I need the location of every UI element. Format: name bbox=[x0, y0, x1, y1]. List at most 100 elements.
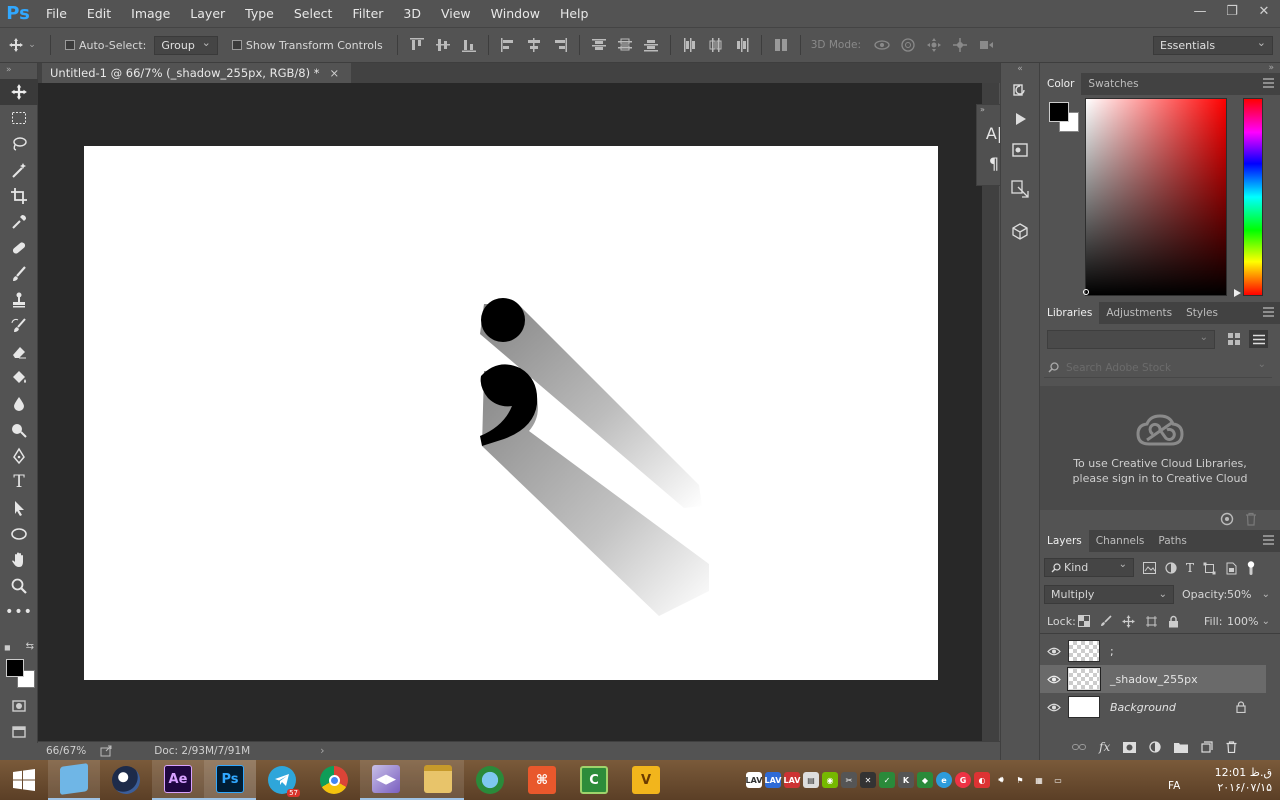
taskbar-telegram[interactable]: 57 bbox=[256, 760, 308, 800]
volume-icon[interactable]: 🔊︎ bbox=[993, 772, 1009, 788]
menu-filter[interactable]: Filter bbox=[342, 0, 393, 27]
tab-paths[interactable]: Paths bbox=[1151, 530, 1194, 552]
menu-help[interactable]: Help bbox=[550, 0, 599, 27]
lav-audio-icon[interactable]: LAV bbox=[784, 772, 800, 788]
collapse-icon[interactable]: » bbox=[1040, 63, 1280, 73]
opacity-field[interactable]: 50% ⌄ bbox=[1224, 585, 1274, 604]
document-tab[interactable]: Untitled-1 @ 66/7% (_shadow_255px, RGB/8… bbox=[42, 63, 352, 83]
auto-select-dropdown[interactable]: Group bbox=[154, 34, 218, 55]
fill-field[interactable]: 100% ⌄ bbox=[1224, 612, 1274, 631]
panel-menu-icon[interactable] bbox=[1263, 535, 1274, 545]
magic-wand-tool[interactable] bbox=[0, 157, 38, 183]
device-icon[interactable]: ▤ bbox=[803, 772, 819, 788]
filter-toggle-icon[interactable] bbox=[1246, 561, 1256, 575]
smart-object-filter-icon[interactable] bbox=[1225, 562, 1237, 575]
zoom-level[interactable]: 66/67% bbox=[46, 745, 86, 757]
menu-select[interactable]: Select bbox=[284, 0, 343, 27]
tab-adjustments[interactable]: Adjustments bbox=[1099, 302, 1179, 324]
browser-icon[interactable]: e bbox=[936, 772, 952, 788]
crop-tool[interactable] bbox=[0, 183, 38, 209]
taskbar-notepad[interactable] bbox=[48, 760, 100, 800]
taskbar-acrobat[interactable]: ⌘ bbox=[516, 760, 568, 800]
lock-all-icon[interactable] bbox=[1168, 615, 1179, 628]
artboard[interactable] bbox=[84, 146, 938, 680]
align-right-edges-icon[interactable] bbox=[551, 36, 569, 54]
hue-slider[interactable] bbox=[1243, 98, 1263, 296]
panel-menu-icon[interactable] bbox=[1263, 307, 1274, 317]
library-dropdown[interactable]: ⌄ bbox=[1047, 330, 1215, 349]
pixel-layer-filter-icon[interactable] bbox=[1143, 562, 1156, 574]
nvidia-icon[interactable]: ◉ bbox=[822, 772, 838, 788]
layer-visibility-toggle[interactable] bbox=[1040, 703, 1068, 712]
lav-video-icon[interactable]: LAV bbox=[765, 772, 781, 788]
link-layers-icon[interactable] bbox=[1072, 742, 1086, 752]
foreground-color-swatch[interactable] bbox=[6, 659, 24, 677]
blend-mode-dropdown[interactable]: Multiply ⌄ bbox=[1044, 585, 1174, 604]
3d-panel-button[interactable] bbox=[1001, 211, 1039, 251]
distribute-bottom-icon[interactable] bbox=[642, 36, 660, 54]
sync-status-icon[interactable] bbox=[1219, 512, 1235, 526]
system-clock[interactable]: ق.ظ 12:01 ۲۰۱۶/۰۷/۱۵ bbox=[1215, 765, 1280, 795]
taskbar-photoshop[interactable]: Ps bbox=[204, 760, 256, 800]
blur-tool[interactable] bbox=[0, 391, 38, 417]
menu-image[interactable]: Image bbox=[121, 0, 180, 27]
chevron-down-icon[interactable]: ⌄ bbox=[1262, 585, 1270, 604]
taskbar-cinema4d[interactable] bbox=[100, 760, 152, 800]
lav-splitter-icon[interactable]: LAV bbox=[746, 772, 762, 788]
menu-file[interactable]: File bbox=[36, 0, 77, 27]
3d-slide-icon[interactable] bbox=[951, 36, 969, 54]
paint-bucket-tool[interactable] bbox=[0, 365, 38, 391]
3d-orbit-icon[interactable] bbox=[873, 36, 891, 54]
clone-stamp-tool[interactable] bbox=[0, 287, 38, 313]
3d-scale-icon[interactable] bbox=[977, 36, 995, 54]
start-button[interactable] bbox=[0, 760, 48, 800]
k-lite-icon[interactable]: K bbox=[898, 772, 914, 788]
network-icon[interactable]: ▦ bbox=[1031, 772, 1047, 788]
minimize-button[interactable]: — bbox=[1184, 0, 1216, 22]
hue-slider-handle[interactable] bbox=[1234, 289, 1241, 297]
align-left-edges-icon[interactable] bbox=[499, 36, 517, 54]
status-menu-arrow-icon[interactable]: › bbox=[320, 745, 324, 757]
distribute-horizontal-centers-icon[interactable] bbox=[707, 36, 725, 54]
pen-tool[interactable] bbox=[0, 443, 38, 469]
auto-select-checkbox[interactable]: Auto-Select: bbox=[65, 39, 146, 52]
type-tool[interactable]: T bbox=[0, 469, 38, 495]
list-view-button[interactable] bbox=[1249, 330, 1268, 348]
layer-row-shadow[interactable]: _shadow_255px bbox=[1040, 665, 1266, 693]
layer-style-icon[interactable]: fx bbox=[1099, 740, 1110, 754]
path-selection-tool[interactable] bbox=[0, 495, 38, 521]
healing-brush-tool[interactable] bbox=[0, 235, 38, 261]
history-panel-button[interactable] bbox=[1001, 77, 1039, 105]
shape-layer-filter-icon[interactable] bbox=[1203, 562, 1216, 575]
taskbar-chrome[interactable] bbox=[308, 760, 360, 800]
align-bottom-edges-icon[interactable] bbox=[460, 36, 478, 54]
3d-pan-icon[interactable] bbox=[925, 36, 943, 54]
menu-3d[interactable]: 3D bbox=[393, 0, 431, 27]
security-icon[interactable]: ✓ bbox=[879, 772, 895, 788]
tab-swatches[interactable]: Swatches bbox=[1081, 73, 1145, 95]
restore-button[interactable]: ❐ bbox=[1216, 0, 1248, 22]
layer-visibility-toggle[interactable] bbox=[1040, 675, 1068, 684]
distribute-left-icon[interactable] bbox=[681, 36, 699, 54]
collapse-icon[interactable]: » bbox=[0, 63, 37, 79]
eraser-tool[interactable] bbox=[0, 339, 38, 365]
taskbar-after-effects[interactable]: Ae bbox=[152, 760, 204, 800]
flag-icon[interactable]: ⚑ bbox=[1012, 772, 1028, 788]
actions-panel-button[interactable] bbox=[1001, 105, 1039, 133]
tab-layers[interactable]: Layers bbox=[1040, 530, 1089, 552]
auto-align-layers-icon[interactable] bbox=[772, 36, 790, 54]
trash-icon[interactable] bbox=[1245, 512, 1257, 526]
align-top-edges-icon[interactable] bbox=[408, 36, 426, 54]
type-layer-filter-icon[interactable]: T bbox=[1186, 561, 1194, 575]
distribute-top-icon[interactable] bbox=[590, 36, 608, 54]
clone-source-panel-button[interactable] bbox=[1001, 167, 1039, 211]
taskbar-camtasia[interactable]: C bbox=[568, 760, 620, 800]
hand-tool[interactable] bbox=[0, 547, 38, 573]
close-button[interactable]: ✕ bbox=[1248, 0, 1280, 22]
new-adjustment-layer-icon[interactable] bbox=[1149, 741, 1161, 753]
chevron-down-icon[interactable]: ⌄ bbox=[1258, 359, 1266, 370]
tools-icon[interactable]: ✂ bbox=[841, 772, 857, 788]
antivirus-icon[interactable]: ◐ bbox=[974, 772, 990, 788]
show-transform-controls-checkbox[interactable]: Show Transform Controls bbox=[231, 39, 383, 52]
taskbar-internet-download-manager[interactable] bbox=[464, 760, 516, 800]
